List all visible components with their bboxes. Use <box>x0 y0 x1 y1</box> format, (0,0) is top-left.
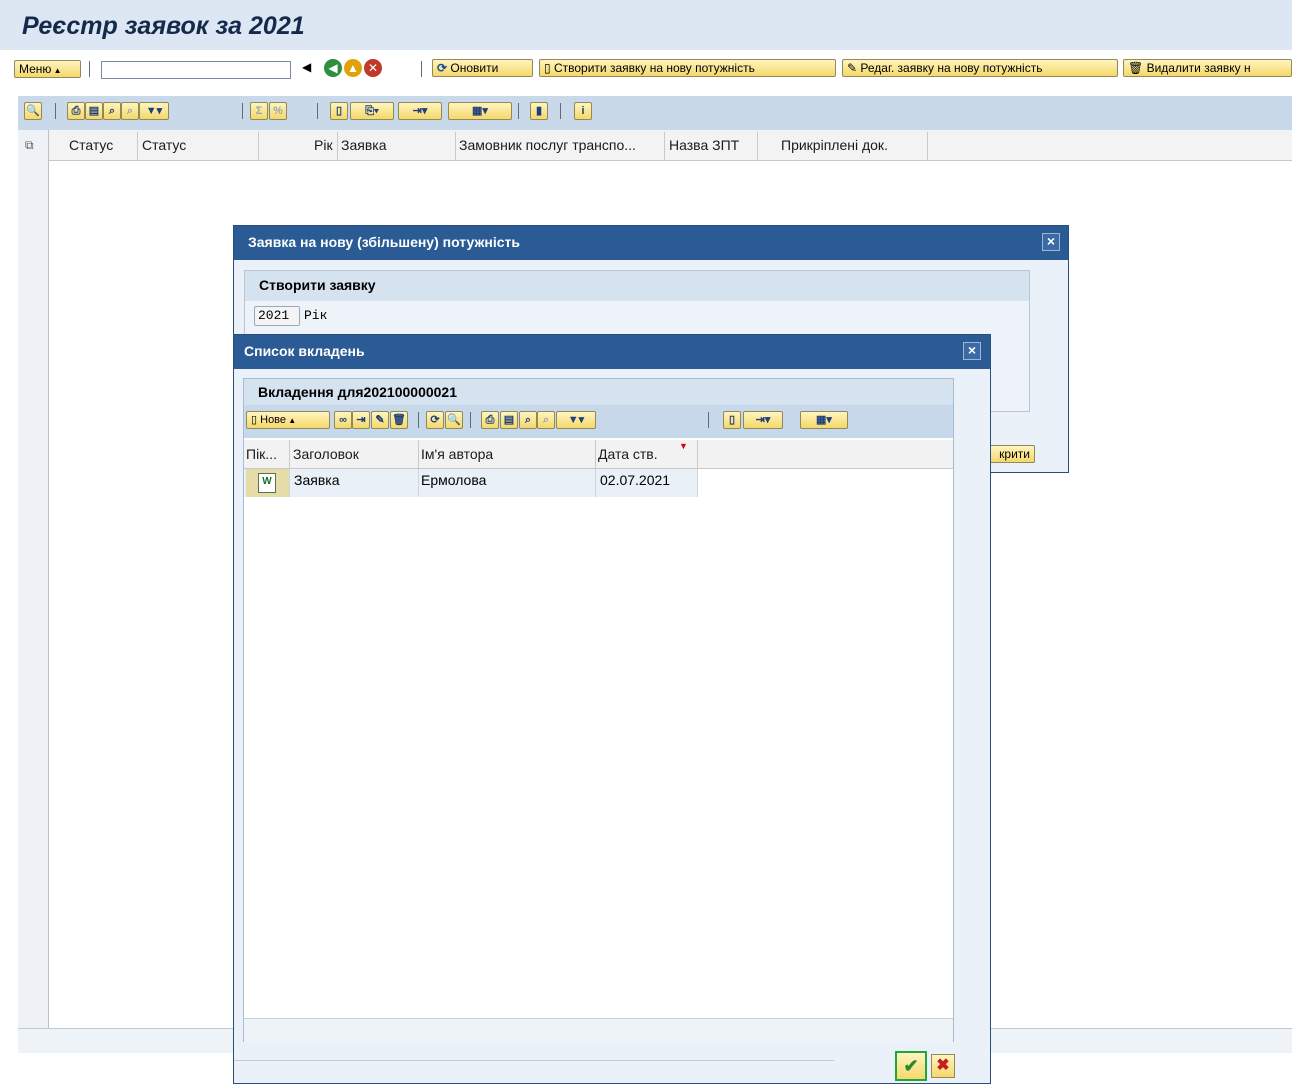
dropdown-icon: ▲ <box>286 416 297 425</box>
new-document-icon: ▯ <box>251 414 258 426</box>
sort-descending-icon: ▼ <box>679 441 688 451</box>
refresh-button-label: Оновити <box>450 61 499 75</box>
print-icon[interactable]: ⎙ <box>67 102 85 120</box>
year-field[interactable]: 2021 <box>254 306 300 326</box>
menu-button[interactable]: Меню ▲ <box>14 60 81 78</box>
grid-col-zpt-name[interactable]: Назва ЗПТ <box>669 137 739 153</box>
grid-col-attached-docs[interactable]: Прикріплені док. <box>781 137 888 153</box>
checkmark-icon: ✔ <box>903 1056 919 1076</box>
attachments-dialog-title: Список вкладень <box>244 343 365 359</box>
create-request-button[interactable]: ▯ Створити заявку на нову потужність <box>539 59 836 77</box>
attachment-title: Заявка <box>294 472 340 488</box>
attachment-date: 02.07.2021 <box>600 472 671 488</box>
att-col-title[interactable]: Заголовок <box>293 446 359 462</box>
edit-request-button-label: Редаг. заявку на нову потужність <box>860 61 1043 75</box>
filter-icon[interactable]: ▼▾ <box>139 102 169 120</box>
find-icon[interactable]: ⌕ <box>103 102 121 120</box>
edit-request-button[interactable]: ✎ Редаг. заявку на нову потужність <box>842 59 1118 77</box>
request-dialog-title: Заявка на нову (збільшену) потужність <box>248 234 520 250</box>
delete-request-button[interactable]: 🗑 Видалити заявку н <box>1123 59 1292 77</box>
close-icon[interactable]: × <box>1042 233 1060 251</box>
cancel-icon[interactable]: ✕ <box>364 59 382 77</box>
new-attachment-button-label: Нове <box>260 414 287 426</box>
attachment-author: Ермолова <box>421 472 487 488</box>
delete-request-button-label: Видалити заявку н <box>1146 61 1251 75</box>
exit-icon[interactable]: ▲ <box>344 59 362 77</box>
info-icon[interactable]: i <box>574 102 592 120</box>
year-label: Рік <box>304 308 328 323</box>
create-request-group-title: Створити заявку <box>259 277 376 293</box>
print-preview-icon[interactable]: ▯ <box>330 102 348 120</box>
find-next-icon[interactable]: ⌕ <box>121 102 139 120</box>
cancel-button[interactable]: ✖ <box>931 1054 955 1078</box>
menu-button-label: Меню <box>19 62 52 76</box>
select-all-icon[interactable]: ⧉ <box>25 138 34 153</box>
filter-list-icon[interactable]: ▤ <box>500 411 518 429</box>
new-attachment-button[interactable]: ▯ Нове ▲ <box>246 411 330 429</box>
footer-divider <box>234 1060 834 1061</box>
layout-icon[interactable]: ▦▾ <box>800 411 848 429</box>
export-icon[interactable]: ⇥▾ <box>743 411 783 429</box>
find-next-icon[interactable]: ⌕ <box>537 411 555 429</box>
close-icon: ✖ <box>936 1057 950 1074</box>
find-icon[interactable]: ⌕ <box>519 411 537 429</box>
command-field[interactable] <box>101 61 291 79</box>
grid-toolbar <box>18 96 1292 130</box>
export-icon[interactable]: ⇥▾ <box>398 102 442 120</box>
att-col-author[interactable]: Ім'я автора <box>421 446 493 462</box>
grid-col-status-2[interactable]: Статус <box>142 137 186 153</box>
filter-list-icon[interactable]: ▤ <box>85 102 103 120</box>
link-icon[interactable]: ∞ <box>334 411 352 429</box>
trash-icon[interactable]: 🗑 <box>390 411 408 429</box>
print-icon[interactable]: ⎙ <box>481 411 499 429</box>
refresh-button[interactable]: ⟳ Оновити <box>432 59 533 77</box>
row-selector-column[interactable] <box>18 130 49 1028</box>
dropdown-icon: ▲ <box>51 66 62 75</box>
sum-icon[interactable]: Σ <box>250 102 268 120</box>
back-arrow-icon[interactable]: ◀ <box>302 60 311 74</box>
pencil-icon: ✎ <box>847 61 858 75</box>
word-document-icon[interactable]: W <box>258 473 276 493</box>
att-col-icon[interactable]: Пік... <box>246 446 277 462</box>
grid-col-year[interactable]: Рік <box>314 137 333 153</box>
attachments-dialog-footer <box>234 1042 990 1083</box>
subtotal-icon[interactable]: % <box>269 102 287 120</box>
refresh-icon[interactable]: ⟳ <box>426 411 444 429</box>
pencil-icon[interactable]: ✎ <box>371 411 389 429</box>
new-document-icon: ▯ <box>544 61 551 75</box>
filter-icon[interactable]: ▼▾ <box>556 411 596 429</box>
graphic-icon[interactable]: ▮ <box>530 102 548 120</box>
page-title: Реєстр заявок за 2021 <box>22 12 305 40</box>
details-icon[interactable]: 🔍 <box>24 102 42 120</box>
layout-icon[interactable]: ▦▾ <box>448 102 512 120</box>
attachments-group-title: Вкладення для202100000021 <box>258 384 457 400</box>
grid-col-request[interactable]: Заявка <box>341 137 386 153</box>
details-icon[interactable]: 🔍 <box>445 411 463 429</box>
open-button-label: крити <box>999 447 1030 461</box>
print-preview-icon[interactable]: ▯ <box>723 411 741 429</box>
confirm-button[interactable]: ✔ <box>895 1051 927 1081</box>
create-request-button-label: Створити заявку на нову потужність <box>553 61 755 75</box>
grid-header <box>18 130 1292 161</box>
grid-col-status-1[interactable]: Статус <box>69 137 113 153</box>
back-icon[interactable]: ◀ <box>324 59 342 77</box>
grid-col-customer[interactable]: Замовник послуг транспо... <box>459 137 636 153</box>
attachments-table-footer <box>244 1018 953 1042</box>
trash-icon: 🗑 <box>1128 61 1144 75</box>
refresh-icon: ⟳ <box>437 61 448 75</box>
views-icon[interactable]: ⎘▾ <box>350 102 394 120</box>
import-icon[interactable]: ⇥ <box>352 411 370 429</box>
att-col-created[interactable]: Дата ств. <box>598 446 658 462</box>
close-icon[interactable]: × <box>963 342 981 360</box>
